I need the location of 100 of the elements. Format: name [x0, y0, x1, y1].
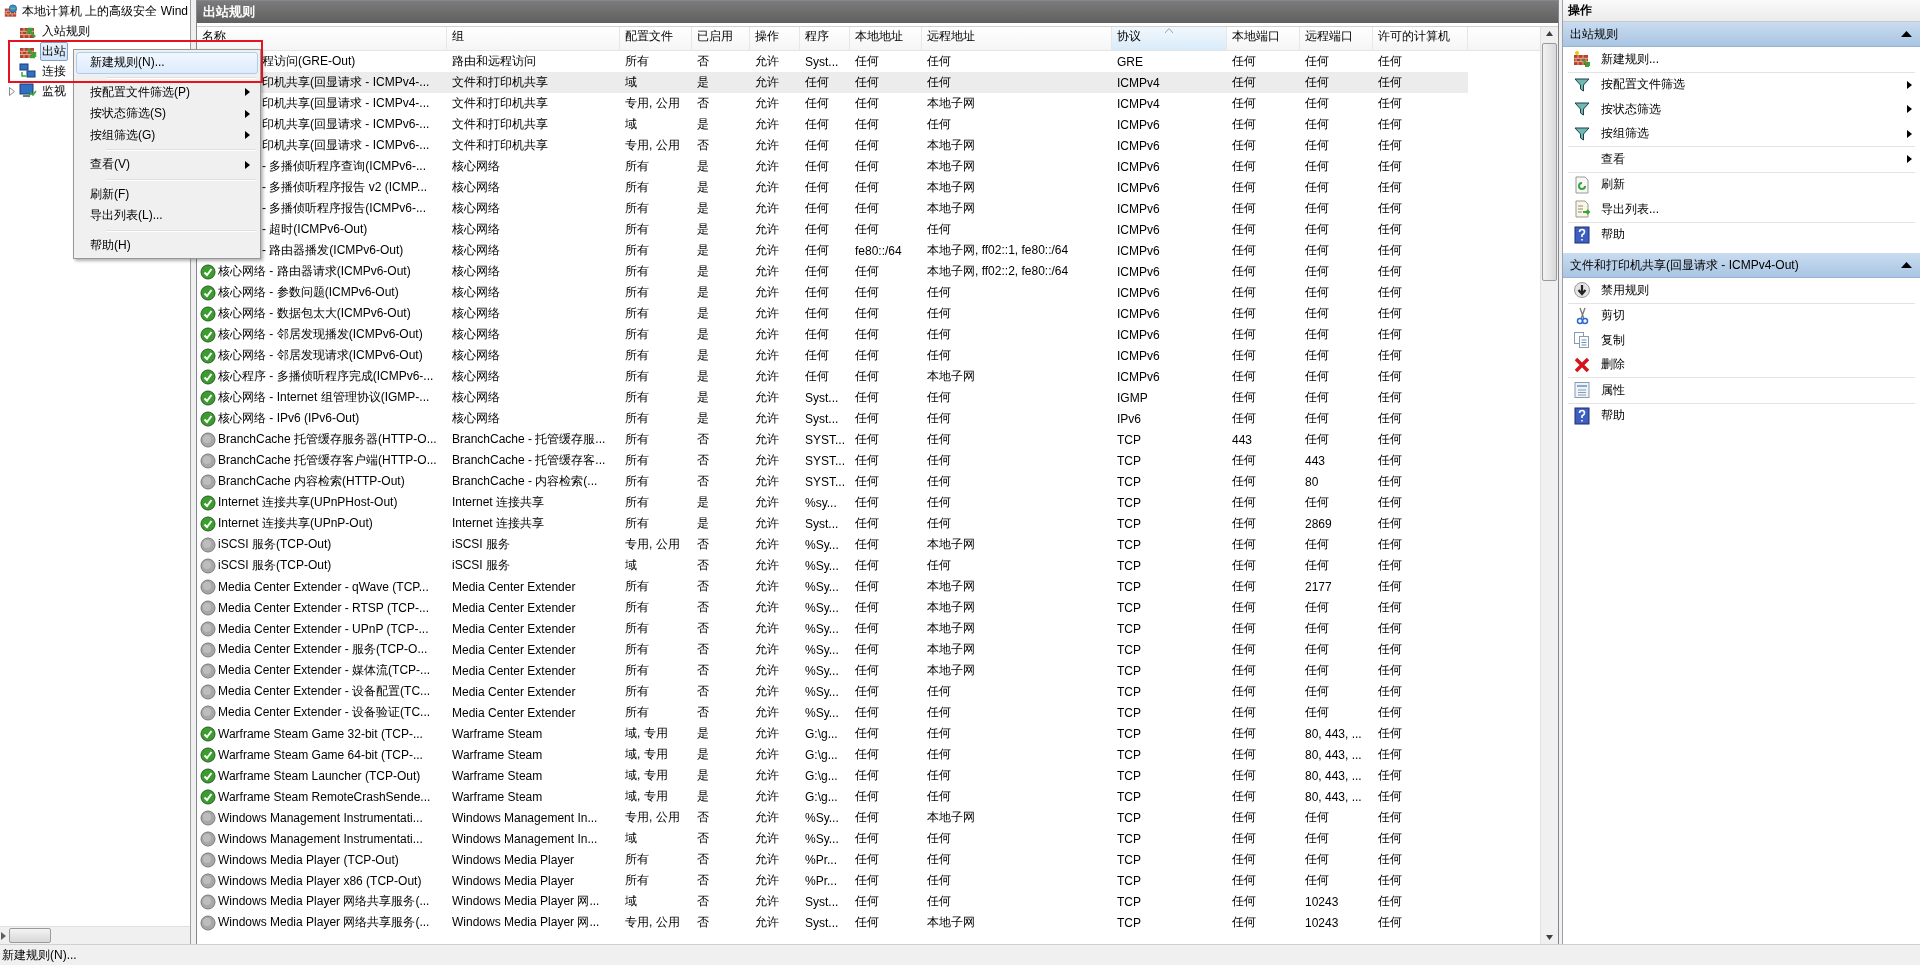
collapse-icon[interactable] [1901, 31, 1912, 37]
table-cell-text: 任何 [1304, 683, 1330, 700]
action-item[interactable]: 属性 [1568, 378, 1915, 403]
table-row[interactable]: Windows Management Instrumentati... Windows Management In... 域 否 允许 %Sy... 任何 任何 TCP 任何 任何 任何 [197, 828, 1468, 849]
table-cell-text: 所有 [624, 578, 650, 595]
table-row[interactable]: Windows Media Player 网络共享服务(... Windows Media Player 网... 专用, 公用 否 允许 Syst... 任何 本地子网 TCP 任何 10243 任何 [197, 912, 1468, 933]
table-row[interactable]: BranchCache 托管缓存服务器(HTTP-O... BranchCache - 托管缓存服... 所有 否 允许 SYST... 任何 任何 TCP 443 任何 任何 [197, 429, 1468, 450]
table-cell-text: 本地子网 [926, 578, 976, 595]
action-item[interactable]: 删除 [1568, 352, 1915, 377]
table-cell-text: 任何 [1377, 494, 1403, 511]
expander-icon[interactable] [8, 86, 16, 96]
column-header[interactable]: 操作 [750, 27, 800, 50]
menu-item[interactable]: 新建规则(N)... [76, 52, 258, 74]
action-item[interactable]: 导出列表... [1568, 197, 1915, 222]
column-header[interactable]: 程序 [800, 27, 850, 50]
action-item[interactable]: 刷新 [1568, 172, 1915, 197]
menu-item[interactable]: 帮助(H) [76, 234, 258, 256]
table-row[interactable]: iSCSI 服务(TCP-Out) iSCSI 服务 域 否 允许 %Sy... 任何 任何 TCP 任何 任何 任何 [197, 555, 1468, 576]
action-item[interactable]: 按组筛选 [1568, 121, 1915, 146]
table-row[interactable]: Media Center Extender - 服务(TCP-O... Media Center Extender 所有 否 允许 %Sy... 任何 本地子网 TCP 任何 任何 任何 [197, 639, 1468, 660]
table-row[interactable]: BranchCache 内容检索(HTTP-Out) BranchCache - 内容检索(... 所有 否 允许 SYST... 任何 任何 TCP 任何 80 任何 [197, 471, 1468, 492]
table-row[interactable]: 核心网络 - 数据包太大(ICMPv6-Out) 核心网络 所有 是 允许 任何 任何 任何 ICMPv6 任何 任何 任何 [197, 303, 1468, 324]
table-cell-text: 任何 [1304, 116, 1330, 133]
table-row[interactable]: Warframe Steam Game 64-bit (TCP-... Warframe Steam 域, 专用 是 允许 G:\g... 任何 任何 TCP 任何 80, 443, ... 任何 [197, 744, 1468, 765]
table-row[interactable]: Media Center Extender - 媒体流(TCP-... Media Center Extender 所有 否 允许 %Sy... 任何 本地子网 TCP 任何 任何 任何 [197, 660, 1468, 681]
collapse-icon[interactable] [1901, 262, 1912, 268]
table-cell-text: 是 [696, 494, 710, 511]
scrollbar-thumb[interactable] [1542, 43, 1557, 281]
table-row[interactable]: 核心网络 - 参数问题(ICMPv6-Out) 核心网络 所有 是 允许 任何 任何 任何 ICMPv6 任何 任何 任何 [197, 282, 1468, 303]
table-row[interactable]: 核心网络 - Internet 组管理协议(IGMP-... 核心网络 所有 是 允许 Syst... 任何 任何 IGMP 任何 任何 任何 [197, 387, 1468, 408]
table-cell: 核心程序 - 多播侦听程序完成(ICMPv6-... [218, 368, 434, 385]
vertical-scrollbar[interactable] [1540, 27, 1558, 944]
menu-item[interactable]: 按组筛选(G) [76, 124, 258, 146]
table-cell-text: 任何 [1304, 137, 1330, 154]
table-cell-text: 任何 [926, 221, 952, 238]
action-item[interactable]: 按状态筛选 [1568, 97, 1915, 122]
table-cell-text: 专用, 公用 [624, 914, 681, 931]
table-row[interactable]: Windows Media Player x86 (TCP-Out) Windows Media Player 所有 否 允许 %Pr... 任何 任何 TCP 任何 任何 任何 [197, 870, 1468, 891]
action-item[interactable]: 按配置文件筛选 [1568, 72, 1915, 97]
column-header[interactable]: 本地地址 [850, 27, 922, 50]
table-cell-text: 本地子网 [926, 599, 976, 616]
action-item[interactable]: 剪切 [1568, 303, 1915, 328]
table-row[interactable]: Windows Management Instrumentati... Windows Management In... 专用, 公用 否 允许 %Sy... 任何 本地子网 TCP 任何 任何 任何 [197, 807, 1468, 828]
table-row[interactable]: 核心程序 - 多播侦听程序完成(ICMPv6-... 核心网络 所有 是 允许 任何 任何 本地子网 ICMPv6 任何 任何 任何 [197, 366, 1468, 387]
menu-item[interactable]: 查看(V) [76, 154, 258, 176]
table-row[interactable]: 核心网络 - 邻居发现请求(ICMPv6-Out) 核心网络 所有 是 允许 任何 任何 任何 ICMPv6 任何 任何 任何 [197, 345, 1468, 366]
table-cell-text: 任何 [1231, 221, 1257, 238]
column-header[interactable]: 已启用 [692, 27, 750, 50]
section-header[interactable]: 出站规则 [1563, 22, 1920, 47]
action-item[interactable]: 复制 [1568, 328, 1915, 353]
action-item[interactable]: 帮助 [1568, 403, 1915, 428]
table-cell-text: 所有 [624, 179, 650, 196]
table-row[interactable]: Windows Media Player (TCP-Out) Windows Media Player 所有 否 允许 %Pr... 任何 任何 TCP 任何 任何 任何 [197, 849, 1468, 870]
section-header[interactable]: 文件和打印机共享(回显请求 - ICMPv4-Out) [1563, 253, 1920, 278]
column-header[interactable]: 远程端口 [1300, 27, 1373, 50]
table-row[interactable]: Media Center Extender - RTSP (TCP-... Media Center Extender 所有 否 允许 %Sy... 任何 本地子网 TCP 任何 任何 任何 [197, 597, 1468, 618]
table-cell-text: 否 [696, 662, 710, 679]
tree-item[interactable]: 监视 [40, 81, 68, 101]
table-row[interactable]: Internet 连接共享(UPnP-Out) Internet 连接共享 所有 是 允许 Syst... 任何 任何 TCP 任何 2869 任何 [197, 513, 1468, 534]
table-row[interactable]: Internet 连接共享(UPnPHost-Out) Internet 连接共享 所有 是 允许 %sy... 任何 任何 TCP 任何 任何 任何 [197, 492, 1468, 513]
column-header[interactable]: 配置文件 [620, 27, 692, 50]
table-row[interactable]: Media Center Extender - 设备配置(TC... Media Center Extender 所有 否 允许 %Sy... 任何 任何 TCP 任何 任何 任何 [197, 681, 1468, 702]
table-row[interactable]: Media Center Extender - UPnP (TCP-... Media Center Extender 所有 否 允许 %Sy... 任何 本地子网 TCP 任何 任何 任何 [197, 618, 1468, 639]
table-cell-text: 否 [696, 137, 710, 154]
table-cell-text: 本地子网 [926, 809, 976, 826]
tree-item[interactable]: 入站规则 [40, 21, 92, 41]
table-cell-text: %Pr... [804, 873, 838, 888]
table-cell-text: TCP [1116, 516, 1142, 531]
table-cell-text: %Sy... [804, 600, 840, 615]
table-cell-text: 任何 [854, 368, 880, 385]
table-row[interactable]: Windows Media Player 网络共享服务(... Windows Media Player 网... 域 否 允许 Syst... 任何 任何 TCP 任何 10243 任何 [197, 891, 1468, 912]
table-cell-text: 核心网络 [451, 221, 501, 238]
table-row[interactable]: Media Center Extender - 设备验证(TC... Media Center Extender 所有 否 允许 %Sy... 任何 任何 TCP 任何 任何 任何 [197, 702, 1468, 723]
table-cell-text: 允许 [754, 473, 780, 490]
action-item[interactable]: 帮助 [1568, 222, 1915, 247]
action-item[interactable]: 禁用规则 [1568, 278, 1915, 303]
table-row[interactable]: Warframe Steam Game 32-bit (TCP-... Warframe Steam 域, 专用 是 允许 G:\g... 任何 任何 TCP 任何 80, 443, ... 任何 [197, 723, 1468, 744]
table-row[interactable]: 核心网络 - IPv6 (IPv6-Out) 核心网络 所有 是 允许 Syst... 任何 任何 IPv6 任何 任何 任何 [197, 408, 1468, 429]
table-row[interactable]: 核心网络 - 路由器请求(ICMPv6-Out) 核心网络 所有 是 允许 任何 任何 本地子网, ff02::2, fe80::/64 ICMPv6 任何 任何 任何 [197, 261, 1468, 282]
table-row[interactable]: Media Center Extender - qWave (TCP... Media Center Extender 所有 否 允许 %Sy... 任何 本地子网 TCP 任何 2177 任何 [197, 576, 1468, 597]
column-header[interactable]: 组 [447, 27, 620, 50]
menu-item[interactable]: 刷新(F) [76, 183, 258, 205]
table-row[interactable]: Warframe Steam RemoteCrashSende... Warframe Steam 域, 专用 是 允许 G:\g... 任何 任何 TCP 任何 80, 443, ... 任何 [197, 786, 1468, 807]
table-row[interactable]: Warframe Steam Launcher (TCP-Out) Warframe Steam 域, 专用 是 允许 G:\g... 任何 任何 TCP 任何 80, 443, ... 任何 [197, 765, 1468, 786]
column-header[interactable]: 本地端口 [1227, 27, 1300, 50]
action-item[interactable]: 查看 [1568, 147, 1915, 172]
table-row[interactable]: BranchCache 托管缓存客户端(HTTP-O... BranchCache - 托管缓存客... 所有 否 允许 SYST... 任何 任何 TCP 任何 443 任何 [197, 450, 1468, 471]
table-row[interactable]: iSCSI 服务(TCP-Out) iSCSI 服务 专用, 公用 否 允许 %Sy... 任何 本地子网 TCP 任何 任何 任何 [197, 534, 1468, 555]
menu-item[interactable]: 导出列表(L)... [76, 205, 258, 227]
column-header[interactable]: 协议 [1112, 27, 1227, 50]
column-header[interactable]: 许可的计算机 [1373, 27, 1468, 50]
table-cell-text: 任何 [804, 305, 830, 322]
tree-item[interactable]: 连接 [40, 61, 68, 81]
table-row[interactable]: 核心网络 - 邻居发现播发(ICMPv6-Out) 核心网络 所有 是 允许 任何 任何 任何 ICMPv6 任何 任何 任何 [197, 324, 1468, 345]
horizontal-scrollbar[interactable] [0, 926, 190, 944]
tree-item[interactable]: 本地计算机 上的高级安全 Wind [20, 1, 190, 21]
action-item[interactable]: 新建规则... [1568, 47, 1915, 72]
table-cell-text: 任何 [1304, 410, 1330, 427]
menu-item[interactable]: 按状态筛选(S) [76, 103, 258, 125]
table-cell-text: 任何 [1377, 389, 1403, 406]
